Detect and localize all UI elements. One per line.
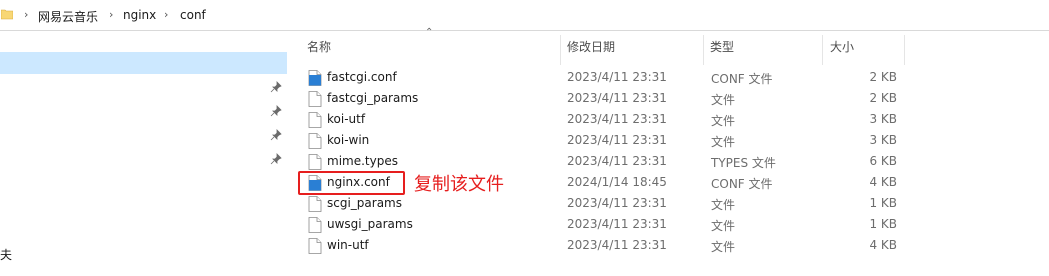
column-header-size[interactable]: 大小: [830, 38, 854, 55]
file-type: 文件: [711, 93, 736, 107]
file-size: 3 KB: [869, 133, 897, 147]
pin-icon[interactable]: [270, 105, 282, 117]
file-name: fastcgi_params: [327, 91, 419, 105]
file-size: 4 KB: [869, 238, 897, 252]
breadcrumb-item-conf[interactable]: conf: [180, 8, 206, 22]
blank-file-icon: [308, 196, 322, 212]
conf-file-icon: [308, 70, 322, 86]
file-name: koi-utf: [327, 112, 366, 126]
file-size: 6 KB: [869, 154, 897, 168]
blank-file-icon: [308, 217, 322, 233]
file-row[interactable]: mime.types 2023/4/11 23:31 TYPES 文件 6 KB: [300, 151, 905, 172]
pin-icon[interactable]: [270, 81, 282, 93]
sort-ascending-icon: ⌃: [425, 27, 434, 38]
file-type: TYPES 文件: [711, 156, 776, 170]
file-row[interactable]: uwsgi_params 2023/4/11 23:31 文件 1 KB: [300, 214, 905, 235]
file-modified-date: 2023/4/11 23:31: [567, 196, 667, 210]
file-type: 文件: [711, 135, 736, 149]
file-size: 3 KB: [869, 112, 897, 126]
blank-file-icon: [308, 154, 322, 170]
file-modified-date: 2023/4/11 23:31: [567, 70, 667, 84]
file-row[interactable]: koi-win 2023/4/11 23:31 文件 3 KB: [300, 130, 905, 151]
file-type: 文件: [711, 240, 736, 254]
column-divider[interactable]: [904, 35, 905, 65]
file-type: 文件: [711, 198, 736, 212]
file-row[interactable]: fastcgi.conf 2023/4/11 23:31 CONF 文件 2 KB: [300, 67, 905, 88]
file-name: mime.types: [327, 154, 398, 168]
column-header-name[interactable]: 名称: [307, 38, 331, 55]
file-row[interactable]: win-utf 2023/4/11 23:31 文件 4 KB: [300, 235, 905, 256]
chevron-right-icon[interactable]: ›: [24, 8, 28, 21]
file-type: CONF 文件: [711, 72, 773, 86]
file-name: win-utf: [327, 238, 369, 252]
column-header-type[interactable]: 类型: [710, 38, 734, 55]
navigation-pane: 夫: [0, 31, 287, 276]
column-divider[interactable]: [822, 35, 823, 65]
file-modified-date: 2023/4/11 23:31: [567, 133, 667, 147]
blank-file-icon: [308, 238, 322, 254]
file-row[interactable]: koi-utf 2023/4/11 23:31 文件 3 KB: [300, 109, 905, 130]
blank-file-icon: [308, 91, 322, 107]
nav-item-selected[interactable]: [0, 52, 287, 74]
file-name: fastcgi.conf: [327, 70, 397, 84]
breadcrumb-item-nginx[interactable]: nginx: [123, 8, 156, 22]
pin-icon[interactable]: [270, 129, 282, 141]
file-modified-date: 2023/4/11 23:31: [567, 238, 667, 252]
breadcrumb-item-netease-music[interactable]: 网易云音乐: [38, 8, 98, 25]
file-name: uwsgi_params: [327, 217, 413, 231]
file-modified-date: 2023/4/11 23:31: [567, 154, 667, 168]
blank-file-icon: [308, 133, 322, 149]
file-row[interactable]: fastcgi_params 2023/4/11 23:31 文件 2 KB: [300, 88, 905, 109]
address-bar[interactable]: › 网易云音乐 › nginx › conf: [0, 0, 1049, 31]
file-size: 1 KB: [869, 196, 897, 210]
nav-item-label[interactable]: 夫: [0, 246, 12, 263]
file-type: 文件: [711, 219, 736, 233]
pin-icon[interactable]: [270, 153, 282, 165]
file-size: 1 KB: [869, 217, 897, 231]
chevron-right-icon[interactable]: ›: [109, 8, 113, 21]
file-size: 2 KB: [869, 91, 897, 105]
column-header-modified[interactable]: 修改日期: [567, 38, 615, 55]
folder-icon: [1, 9, 13, 20]
file-modified-date: 2023/4/11 23:31: [567, 112, 667, 126]
file-row[interactable]: scgi_params 2023/4/11 23:31 文件 1 KB: [300, 193, 905, 214]
file-name: scgi_params: [327, 196, 402, 210]
file-type: CONF 文件: [711, 177, 773, 191]
chevron-right-icon[interactable]: ›: [164, 8, 168, 21]
file-modified-date: 2024/1/14 18:45: [567, 175, 667, 189]
blank-file-icon: [308, 112, 322, 128]
file-size: 2 KB: [869, 70, 897, 84]
file-name: koi-win: [327, 133, 370, 147]
highlight-box: [298, 171, 405, 195]
file-size: 4 KB: [869, 175, 897, 189]
annotation-label: 复制该文件: [414, 174, 504, 195]
column-divider[interactable]: [560, 35, 561, 65]
column-divider[interactable]: [703, 35, 704, 65]
file-modified-date: 2023/4/11 23:31: [567, 217, 667, 231]
file-modified-date: 2023/4/11 23:31: [567, 91, 667, 105]
file-type: 文件: [711, 114, 736, 128]
